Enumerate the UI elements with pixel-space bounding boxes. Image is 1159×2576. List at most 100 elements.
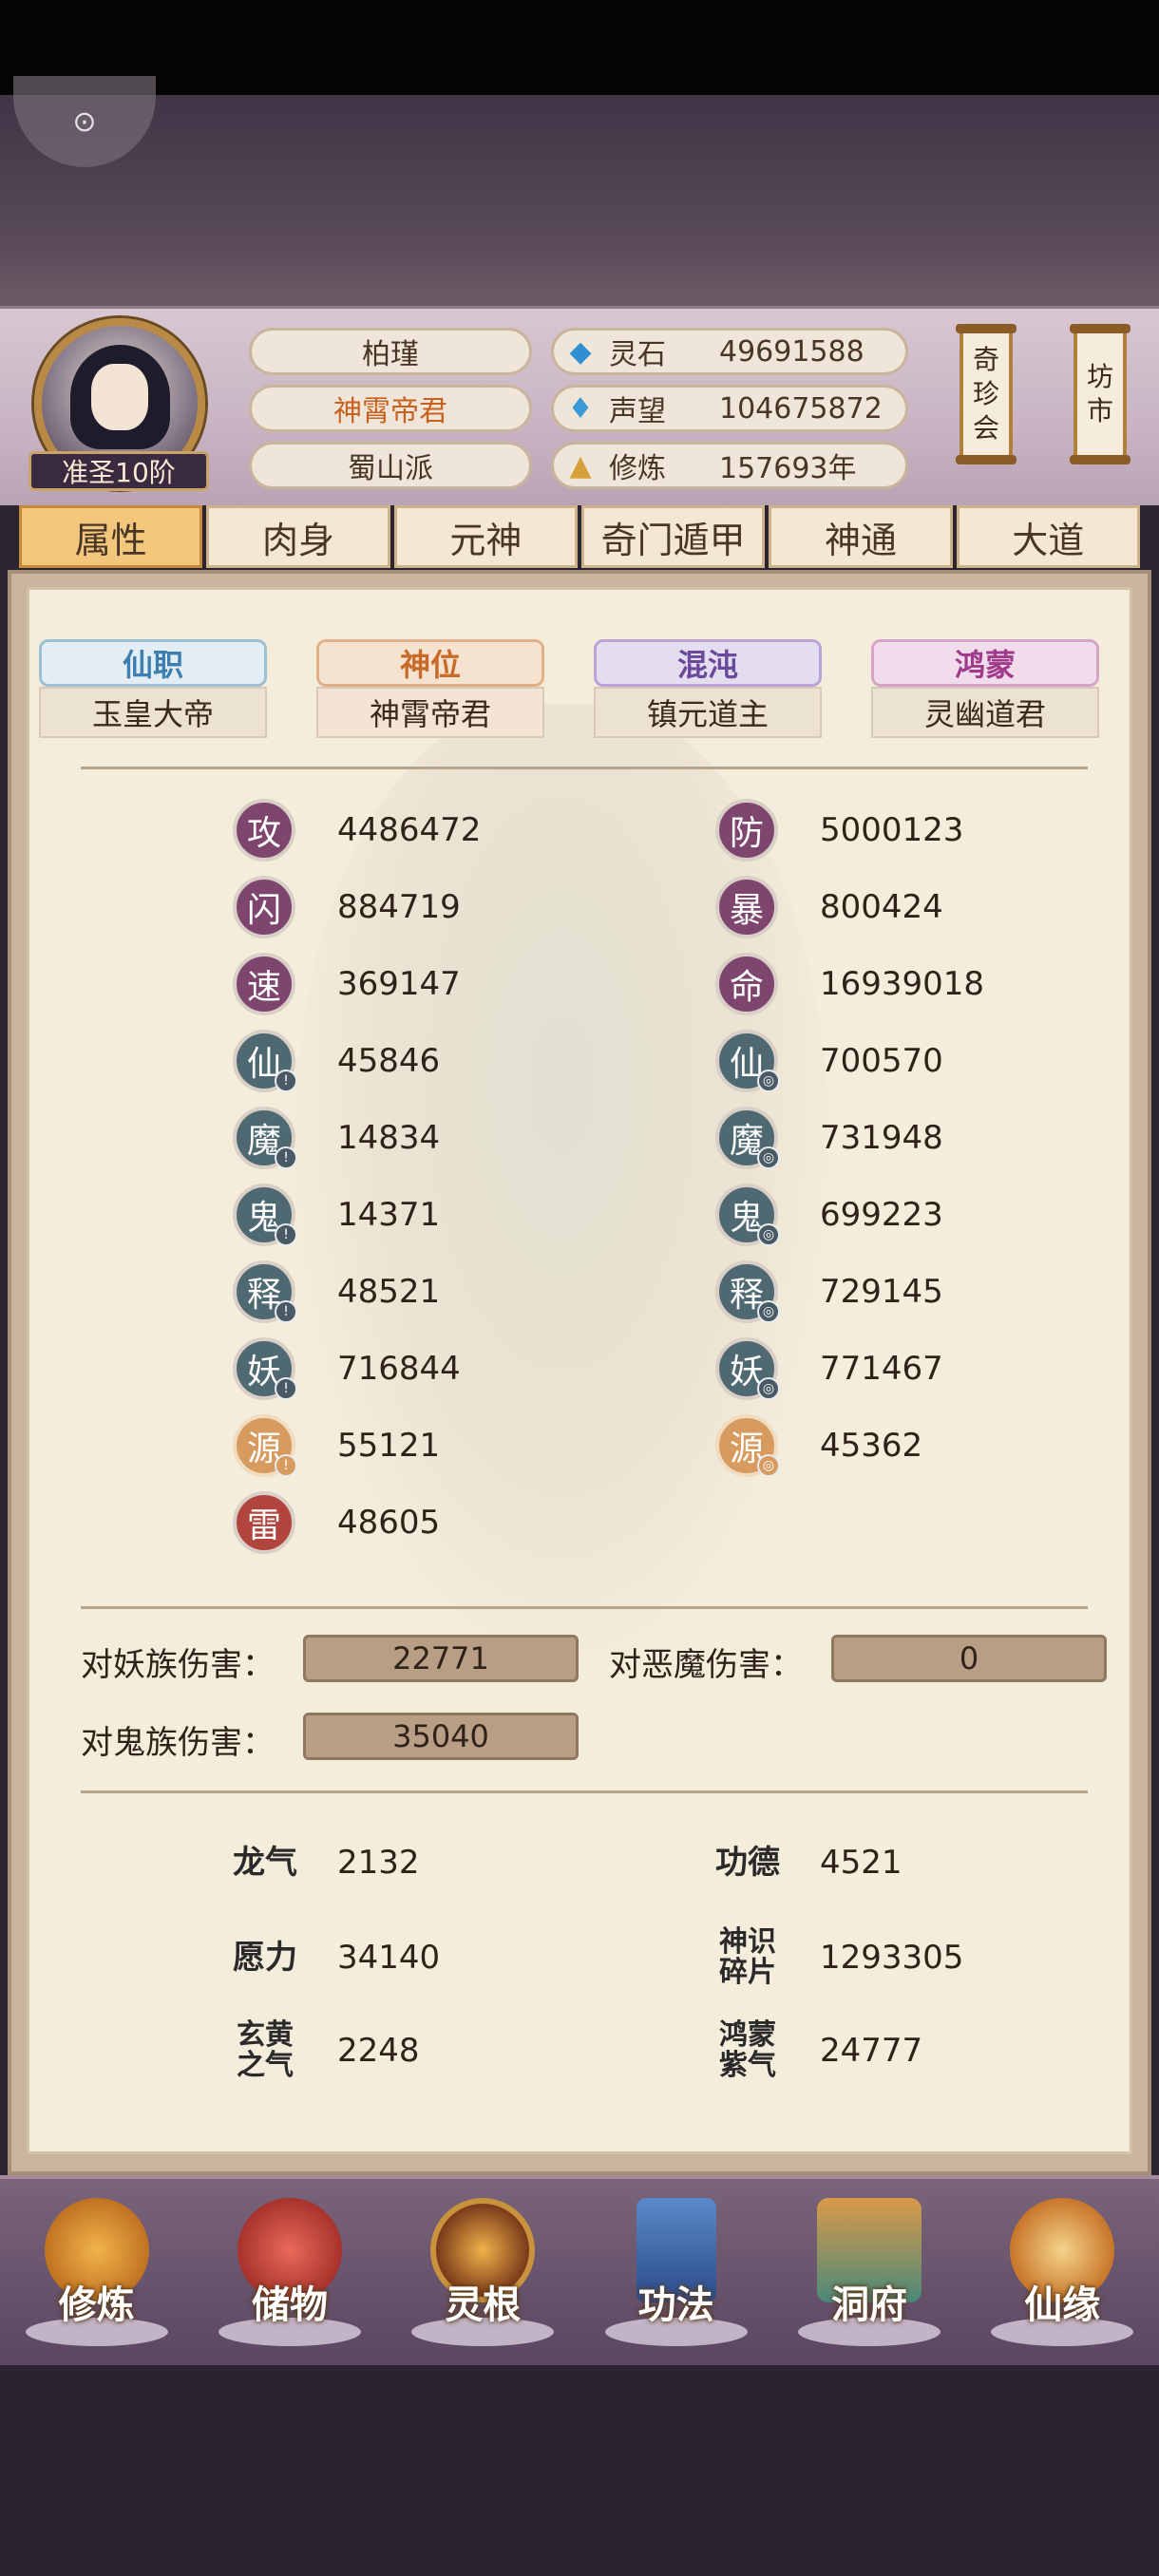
stat-demon-attack: 魔! 14834 xyxy=(233,1107,440,1169)
resource-label: 灵石 xyxy=(609,338,666,371)
ghost-attack-icon: 鬼! xyxy=(233,1184,297,1246)
resource-value: 49691588 xyxy=(719,334,864,369)
rank-badge: 准圣10阶 xyxy=(28,451,209,491)
tab-body[interactable]: 肉身 xyxy=(206,505,390,568)
market-button[interactable]: 坊 市 xyxy=(1070,324,1130,464)
ghost-defense-icon: 鬼 ◎ xyxy=(715,1184,780,1246)
resource-value: 104675872 xyxy=(719,391,883,426)
stat-value: 771467 xyxy=(820,1350,943,1388)
stat-immortal-attack: 仙! 45846 xyxy=(233,1030,440,1092)
misc-label: 愿力 xyxy=(233,1939,297,1977)
nav-label: 功法 xyxy=(637,2283,714,2327)
stat-value: 716844 xyxy=(337,1350,461,1388)
stat-defense: 防 5000123 xyxy=(715,799,963,862)
scroll-cap xyxy=(1070,455,1130,464)
nav-cultivate[interactable]: 修炼 xyxy=(0,2179,193,2365)
stat-value: 369147 xyxy=(337,965,461,1003)
category-sub: 灵幽道君 xyxy=(871,687,1099,738)
tab-spirit[interactable]: 元神 xyxy=(393,505,578,568)
stat-value: 884719 xyxy=(337,888,461,926)
stat-yao-defense: 妖 ◎ 771467 xyxy=(715,1337,943,1400)
attack-badge-icon: ! xyxy=(275,1146,297,1169)
attributes-panel: 仙职 玉皇大帝 神位 神霄帝君 混沌 镇元道主 鸿蒙 灵幽道君 攻 448647… xyxy=(8,570,1151,2175)
tab-qimen[interactable]: 奇门遁甲 xyxy=(580,505,766,568)
defense-badge-icon: ◎ xyxy=(757,1146,780,1169)
stat-value: 14371 xyxy=(337,1196,441,1234)
immortal-defense-icon: 仙 ◎ xyxy=(715,1030,780,1092)
category-chaos[interactable]: 混沌 镇元道主 xyxy=(575,639,841,744)
stat-value: 800424 xyxy=(820,888,943,926)
category-sub: 镇元道主 xyxy=(594,687,822,738)
defense-badge-icon: ◎ xyxy=(757,1300,780,1323)
nav-storage[interactable]: 储物 xyxy=(193,2179,386,2365)
player-name: 柏瑾 xyxy=(249,328,532,375)
stat-value: 729145 xyxy=(820,1273,943,1311)
stat-immortal-defense: 仙 ◎ 700570 xyxy=(715,1030,943,1092)
speed-icon: 速 xyxy=(233,953,295,1015)
stat-value: 48521 xyxy=(337,1273,441,1311)
stat-buddha-defense: 释 ◎ 729145 xyxy=(715,1260,943,1323)
stat-hp: 命 16939018 xyxy=(715,953,984,1015)
defense-badge-icon: ◎ xyxy=(757,1454,780,1477)
cultivation-icon: ▲ xyxy=(569,448,592,483)
attributes-panel-inner: 仙职 玉皇大帝 神位 神霄帝君 混沌 镇元道主 鸿蒙 灵幽道君 攻 448647… xyxy=(27,587,1132,2154)
category-head: 神位 xyxy=(316,639,544,687)
misc-merit: 功德 4521 xyxy=(713,1825,902,1901)
button-char: 会 xyxy=(972,412,999,444)
avatar-face xyxy=(91,364,148,430)
stat-thunder: 雷 48605 xyxy=(233,1491,440,1554)
tab-great-dao[interactable]: 大道 xyxy=(956,505,1140,568)
immortal-attack-icon: 仙! xyxy=(233,1030,297,1092)
tab-bar: 属性 肉身 元神 奇门遁甲 神通 大道 xyxy=(19,505,1144,572)
damage-vs-ghost-value: 35040 xyxy=(303,1713,579,1760)
stat-value: 55121 xyxy=(337,1427,441,1465)
attack-badge-icon: ! xyxy=(275,1300,297,1323)
scroll-cap xyxy=(1070,324,1130,333)
stat-value: 731948 xyxy=(820,1119,943,1157)
nav-cave-house[interactable]: 洞府 xyxy=(772,2179,965,2365)
category-head: 鸿蒙 xyxy=(871,639,1099,687)
tab-divine-power[interactable]: 神通 xyxy=(769,505,953,568)
stat-attack: 攻 4486472 xyxy=(233,799,481,862)
stat-crit: 暴 800424 xyxy=(715,876,943,938)
damage-vs-ghost-label: 对鬼族伤害： xyxy=(81,1724,275,1762)
divider xyxy=(81,1606,1088,1609)
source-defense-icon: 源 ◎ xyxy=(715,1414,780,1477)
yao-attack-icon: 妖! xyxy=(233,1337,297,1400)
category-hongmeng[interactable]: 鸿蒙 灵幽道君 xyxy=(852,639,1118,744)
demon-defense-icon: 魔 ◎ xyxy=(715,1107,780,1169)
stat-dodge: 闪 884719 xyxy=(233,876,461,938)
tab-attributes[interactable]: 属性 xyxy=(19,505,203,568)
spirit-stone-icon: ◆ xyxy=(569,334,592,369)
category-divine-rank[interactable]: 神位 神霄帝君 xyxy=(297,639,563,744)
nav-fortune[interactable]: 仙缘 xyxy=(966,2179,1159,2365)
player-title: 神霄帝君 xyxy=(249,385,532,432)
stat-yao-attack: 妖! 716844 xyxy=(233,1337,461,1400)
attack-badge-icon: ! xyxy=(275,1223,297,1246)
button-char: 奇 xyxy=(972,344,999,375)
nav-spirit-root[interactable]: 灵根 xyxy=(387,2179,580,2365)
category-head: 仙职 xyxy=(39,639,267,687)
nav-label: 仙缘 xyxy=(1024,2283,1101,2327)
damage-vs-yao-label: 对妖族伤害： xyxy=(81,1646,275,1684)
reputation-icon: ♦ xyxy=(567,391,594,426)
yao-defense-icon: 妖 ◎ xyxy=(715,1337,780,1400)
category-immortal-post[interactable]: 仙职 玉皇大帝 xyxy=(29,639,286,744)
source-attack-icon: 源! xyxy=(233,1414,297,1477)
category-sub: 神霄帝君 xyxy=(316,687,544,738)
misc-label: 玄黄之气 xyxy=(237,2018,294,2082)
stat-demon-defense: 魔 ◎ 731948 xyxy=(715,1107,943,1169)
misc-value: 2248 xyxy=(337,2032,420,2070)
button-char: 市 xyxy=(1086,395,1113,426)
attack-badge-icon: ! xyxy=(275,1454,297,1477)
lightbulb-icon: ⊙ xyxy=(72,104,97,139)
stat-value: 45362 xyxy=(820,1427,923,1465)
treasure-fair-button[interactable]: 奇 珍 会 xyxy=(956,324,1016,464)
stat-ghost-attack: 鬼! 14371 xyxy=(233,1184,440,1246)
damage-vs-yao-value: 22771 xyxy=(303,1635,579,1682)
category-sub: 玉皇大帝 xyxy=(39,687,267,738)
nav-techniques[interactable]: 功法 xyxy=(580,2179,772,2365)
misc-value: 2132 xyxy=(337,1844,420,1882)
misc-label: 功德 xyxy=(715,1844,780,1882)
divider xyxy=(81,767,1088,769)
